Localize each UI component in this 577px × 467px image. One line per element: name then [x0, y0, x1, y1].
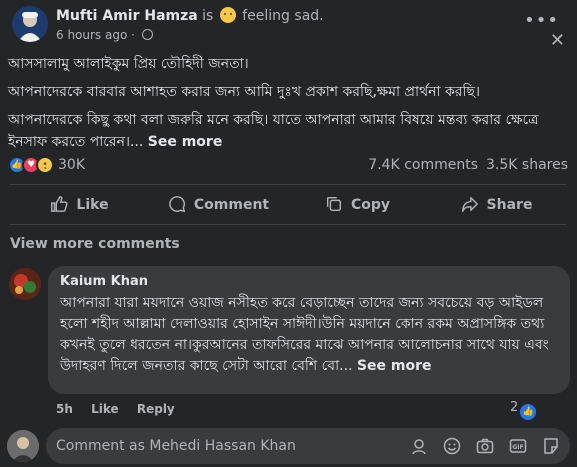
author-line: Mufti Amir Hamza is feeling sad. — [56, 7, 324, 24]
comment-like-button[interactable]: Like — [91, 402, 119, 416]
like-label: Like — [76, 197, 109, 213]
comment-reaction-count: 2 — [510, 400, 519, 415]
shares-count[interactable]: 3.5K shares — [486, 157, 568, 173]
like-reaction-icon: 👍 — [520, 404, 537, 420]
comment-label: Comment — [193, 197, 270, 213]
comment-body: আপনারা যারা ময়দানে ওয়াজ নসীহত করে বেড়… — [60, 295, 549, 374]
post-paragraph: আসসালামু আলাইকুম প্রিয় তৌহিদী জনতা। — [8, 56, 249, 72]
reaction-summary: 👍 ♥ •̥ 30K 7.4K comments 3.5K shares — [8, 156, 568, 178]
post-time[interactable]: 6 hours ago — [56, 28, 127, 42]
post-header: Mufti Amir Hamza is feeling sad. 6 hours… — [0, 0, 577, 51]
comment-reactions[interactable]: 2 👍 — [510, 400, 537, 420]
current-user-avatar[interactable] — [7, 430, 39, 462]
comment-see-more-link[interactable]: See more — [357, 358, 432, 374]
author-avatar[interactable] — [12, 6, 48, 42]
comment-input[interactable] — [56, 428, 336, 464]
copy-icon — [326, 196, 341, 212]
comment-text: আপনারা যারা ময়দানে ওয়াজ নসীহত করে বেড়… — [60, 293, 558, 377]
comment-bubble: Kaium Khan আপনারা যারা ময়দানে ওয়াজ নসী… — [48, 266, 570, 394]
like-icon — [51, 196, 69, 212]
commenter-name[interactable]: Kaium Khan — [60, 274, 558, 289]
comment-actions: 5h Like Reply — [56, 402, 189, 416]
copy-button[interactable]: Copy — [288, 189, 427, 221]
sad-reaction-icon: •̥ — [36, 156, 54, 174]
sticker-icon[interactable] — [542, 437, 560, 455]
see-more-link[interactable]: See more — [148, 134, 223, 150]
post-paragraph: আপনাদেরকে কিছু কথা বলা জরুরি মনে করছি। য… — [8, 109, 568, 153]
comment-time[interactable]: 5h — [56, 402, 73, 416]
post-body: আসসালামু আলাইকুম প্রিয় তৌহিদী জনতা। আপন… — [8, 53, 568, 159]
action-bar: Like Comment Copy Share — [10, 189, 566, 221]
post-paragraph-text: আপনাদেরকে কিছু কথা বলা জরুরি মনে করছি। য… — [8, 112, 539, 150]
feeling-text: feeling sad. — [242, 8, 324, 24]
comment-icon — [169, 196, 186, 213]
share-label: Share — [486, 197, 533, 213]
post-paragraph: আপনাদেরকে বারবার আশাহত করার জন্য আমি দুঃ… — [8, 84, 480, 100]
is-text: is — [202, 8, 214, 24]
comment-composer: GIF — [46, 428, 570, 464]
camera-icon[interactable] — [476, 437, 494, 455]
separator: · — [131, 28, 139, 42]
author-name[interactable]: Mufti Amir Hamza — [56, 8, 198, 24]
like-button[interactable]: Like — [10, 189, 149, 221]
emoji-icon[interactable] — [443, 437, 461, 455]
comment-button[interactable]: Comment — [149, 189, 288, 221]
comment-reply-button[interactable]: Reply — [137, 402, 175, 416]
view-more-comments-link[interactable]: View more comments — [10, 236, 180, 252]
sad-face-icon — [219, 7, 236, 23]
share-icon — [461, 196, 478, 212]
share-button[interactable]: Share — [427, 189, 566, 221]
svg-text:GIF: GIF — [512, 444, 523, 451]
comments-count[interactable]: 7.4K comments — [368, 157, 478, 173]
post-meta: 6 hours ago · — [56, 28, 153, 42]
close-icon[interactable]: ✕ — [550, 30, 565, 51]
divider — [10, 184, 566, 185]
reaction-count[interactable]: 30K — [58, 157, 85, 173]
more-icon[interactable]: ••• — [524, 10, 559, 31]
globe-icon — [141, 29, 153, 40]
avatar-sticker-icon[interactable] — [410, 437, 428, 455]
gif-icon[interactable]: GIF — [509, 437, 527, 455]
composer-icons: GIF — [400, 437, 560, 455]
copy-label: Copy — [350, 197, 391, 213]
commenter-avatar[interactable] — [9, 268, 41, 300]
divider — [10, 224, 566, 225]
